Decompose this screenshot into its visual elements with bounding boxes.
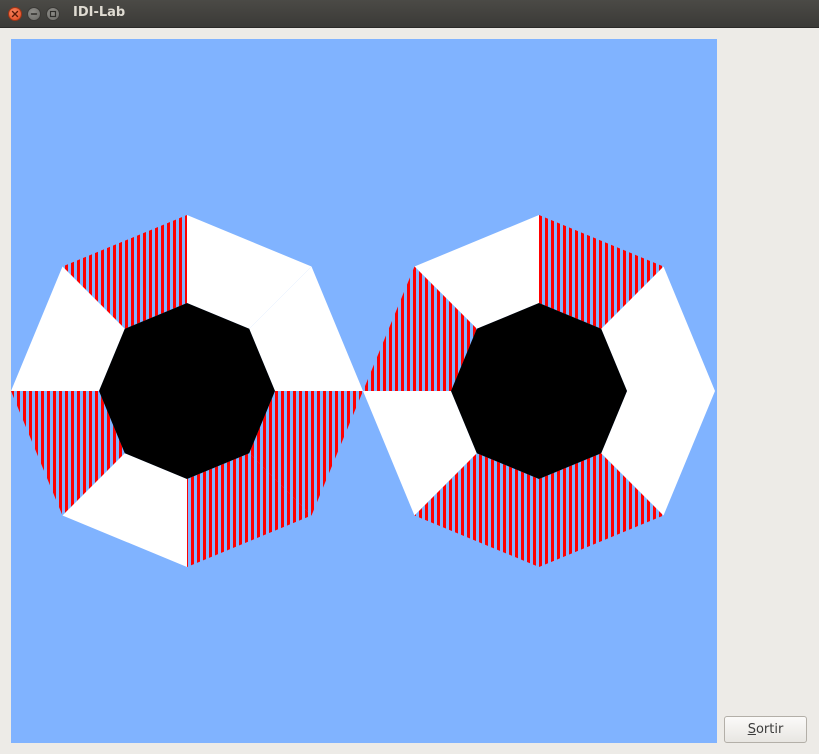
minimize-window-button[interactable]: [27, 7, 41, 21]
exit-button-label: ortir: [755, 722, 784, 737]
maximize-window-button[interactable]: [46, 7, 60, 21]
exit-button[interactable]: Sortir: [724, 716, 807, 743]
gl-canvas[interactable]: [11, 39, 717, 743]
exit-button-mnemonic: S: [747, 722, 756, 737]
scene-drawing: [11, 215, 715, 567]
minimize-icon: [30, 13, 38, 15]
left-octagon-hub: [99, 303, 275, 479]
maximize-icon: [49, 10, 57, 18]
close-window-button[interactable]: [8, 7, 22, 21]
title-bar: IDI-Lab: [0, 0, 819, 28]
window-title: IDI-Lab: [73, 5, 126, 20]
right-octagon-hub: [451, 303, 627, 479]
close-icon: [11, 10, 19, 18]
